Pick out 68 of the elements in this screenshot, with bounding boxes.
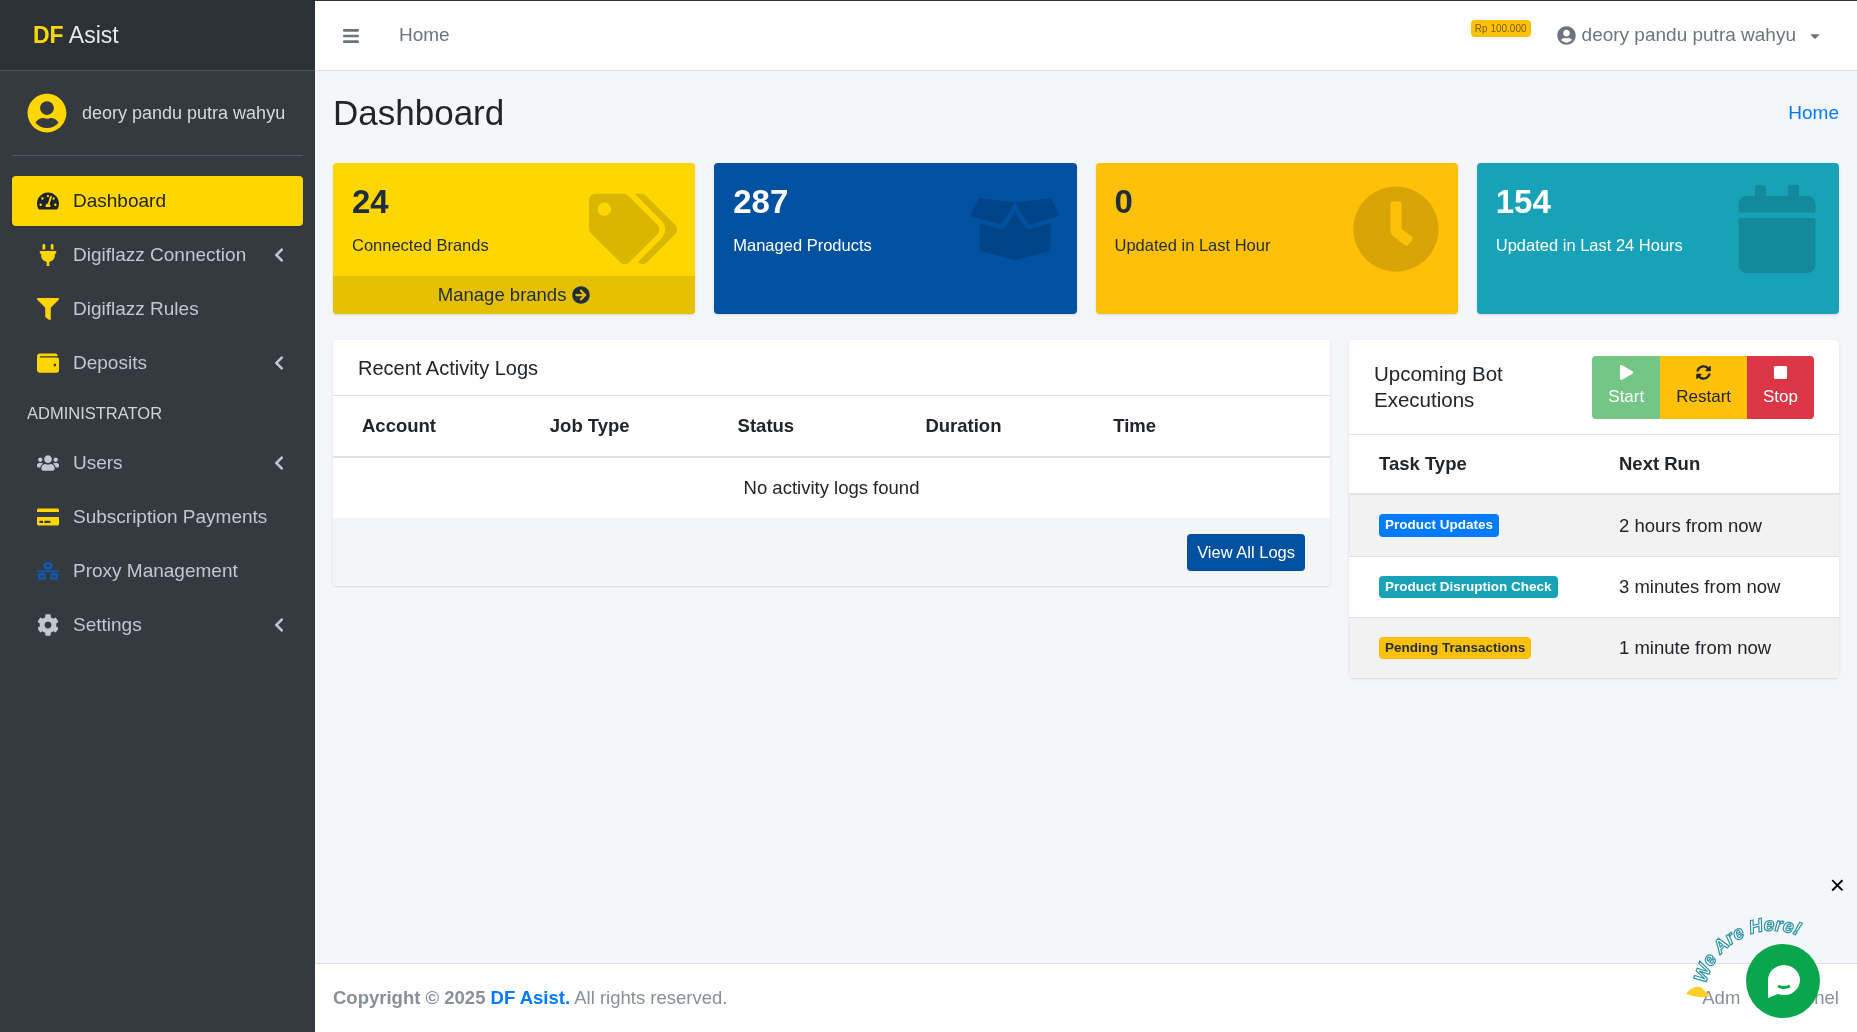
balance-badge: Rp 100.000 [1470,20,1531,37]
view-all-logs-button[interactable]: View All Logs [1187,533,1305,571]
sidebar-item[interactable]: Settings [12,600,303,650]
next-run-cell-text: 2 hours from now [1619,513,1762,538]
credit-card-icon [37,506,59,528]
stop-button[interactable]: Stop [1747,355,1814,419]
wallet-icon [37,352,59,374]
plug-icon [37,244,59,266]
sidebar-item[interactable]: Digiflazz Rules [12,284,303,334]
network-icon [37,560,59,582]
chevron-icon [273,355,285,371]
filter-icon [37,298,59,320]
clock-icon [1351,185,1440,273]
task-badge: Pending Transactions [1379,636,1532,660]
task-badge: Product Disruption Check [1379,575,1558,599]
column-header: Next Run [1619,452,1701,477]
stat-value: 24 [352,182,389,222]
page-title: Dashboard [333,91,505,134]
brand-link[interactable]: DF Asist. [490,987,571,1009]
footer-text-fragment: Adm [1702,986,1741,1011]
nav-section-header: ADMINISTRATOR [26,402,164,424]
column-header: Duration [925,414,1002,439]
sidebar-item[interactable]: Deposits [12,338,303,388]
column-header: Time [1113,414,1157,439]
empty-message: No activity logs found [743,476,920,501]
brand-logo[interactable]: DF Asist [33,17,119,53]
arrow-icon [572,286,591,304]
column-header: Account [362,414,436,439]
dashboard-icon [37,190,59,212]
play-icon [1618,364,1634,380]
column-header: Status [737,414,795,439]
menu-icon[interactable] [342,26,360,45]
stat-label: Updated in Last 24 Hours [1495,234,1683,256]
column-header: Job Type [549,414,630,439]
breadcrumb-link[interactable]: Home [1788,98,1839,128]
column-header: Task Type [1379,452,1467,477]
home-link[interactable]: Home [399,21,450,50]
footer-text-fragment: nel [1814,986,1839,1011]
sidebar-item[interactable]: Users [12,438,303,488]
chevron-icon [273,455,285,471]
sidebar-item[interactable]: Digiflazz Connection [12,230,303,280]
next-run-cell-text: 3 minutes from now [1619,575,1781,600]
stat-value: 0 [1114,182,1133,222]
stat-value: 154 [1495,182,1551,222]
chevron-icon [273,247,285,263]
task-badge: Product Updates [1379,514,1499,537]
panel-title: Recent Activity Logs [358,355,539,381]
avatar-icon [27,93,67,133]
settings-icon [37,614,59,636]
users-icon [37,452,59,474]
close-icon[interactable]: × [1829,872,1845,898]
restart-button[interactable]: Restart [1660,355,1747,419]
user-icon [1556,26,1576,45]
stat-label: Managed Products [733,234,872,256]
copyright-text: Copyright © 2025 DF Asist. All rights reserved. [333,986,728,1011]
stat-label: Connected Brands [352,234,489,256]
stat-label: Updated in Last Hour [1114,234,1271,256]
panel-title: Upcoming Bot Executions [1374,361,1504,413]
sidebar-item[interactable]: Proxy Management [12,546,303,596]
user-menu[interactable]: deory pandu putra wahyu [1556,21,1822,50]
next-run-cell-text: 1 minute from now [1619,636,1772,661]
stat-value: 287 [733,182,789,222]
sidebar-item[interactable]: Subscription Payments [12,492,303,542]
chevron-icon [273,617,285,633]
stop-icon [1773,364,1788,380]
sidebar-item[interactable]: Dashboard [12,176,303,226]
refresh-icon [1696,364,1712,380]
user-name[interactable]: deory pandu putra wahyu [82,99,286,127]
